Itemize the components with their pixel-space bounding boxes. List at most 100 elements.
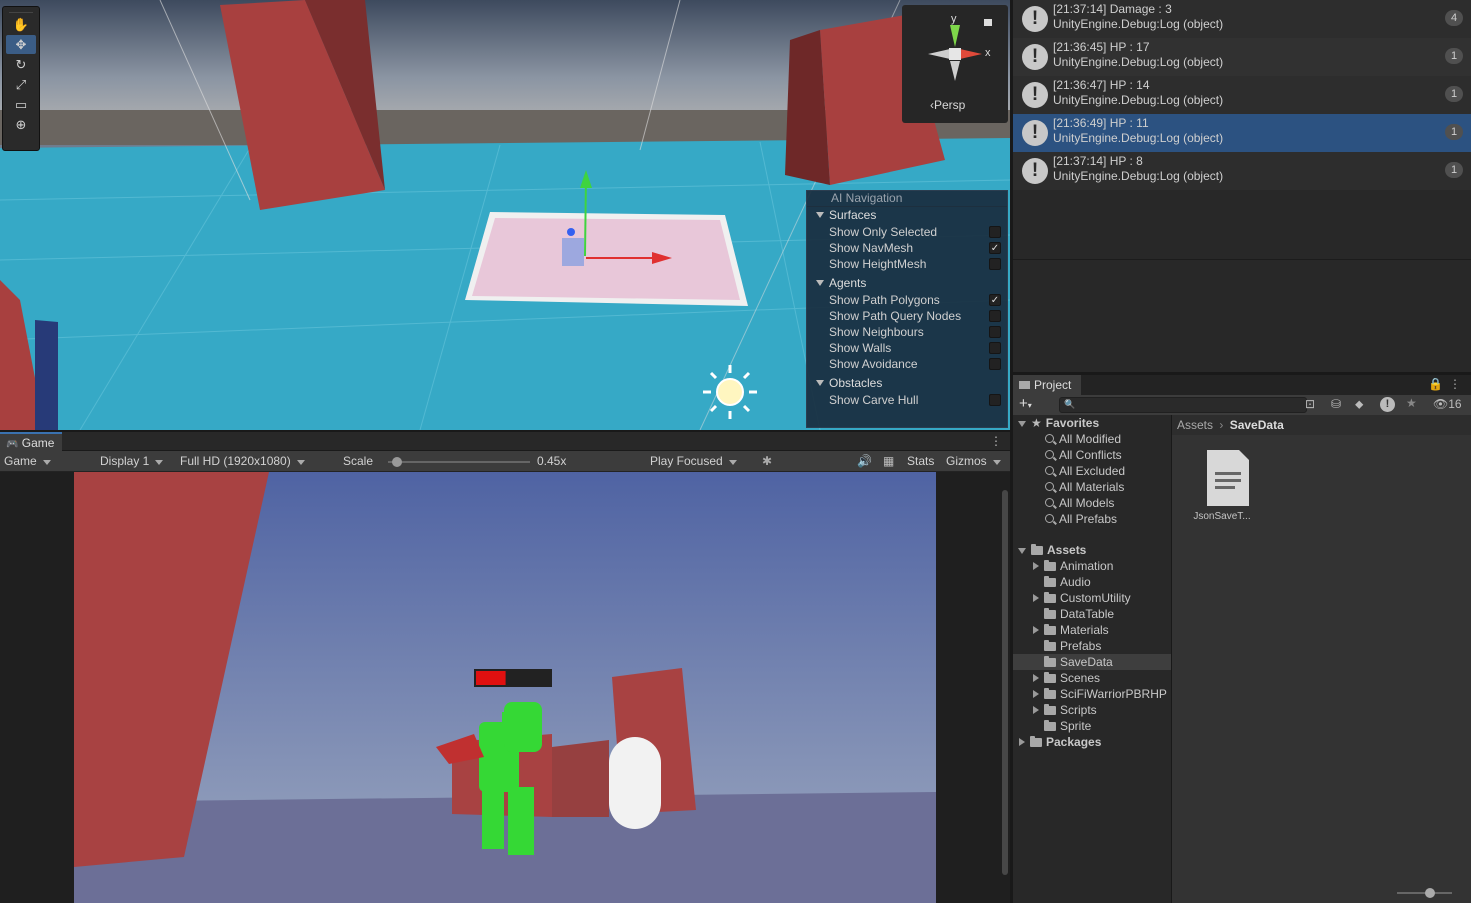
stats-button[interactable]: Stats	[907, 451, 934, 472]
tree-assets[interactable]: Assets	[1013, 542, 1171, 558]
tree-favorites[interactable]: ★ Favorites	[1013, 415, 1171, 431]
console-panel: ! [21:37:14] Damage : 3 UnityEngine.Debug:…	[1013, 0, 1471, 372]
log-count-badge: 1	[1445, 162, 1463, 178]
search-by-type-icon[interactable]: ⊡	[1305, 397, 1315, 411]
ainav-checkbox[interactable]: ✓	[989, 242, 1001, 254]
hand-tool-icon[interactable]: ✋	[6, 15, 36, 34]
ainav-section-obstacles[interactable]: Obstacles	[807, 375, 1007, 392]
lock-icon[interactable]: 🔒	[1428, 377, 1443, 391]
folder-icon	[1044, 576, 1056, 587]
rect-tool-icon[interactable]: ▭	[6, 95, 36, 114]
tree-asset-folder[interactable]: Prefabs	[1013, 638, 1171, 654]
move-tool-icon[interactable]: ✥	[6, 35, 36, 54]
tree-packages[interactable]: Packages	[1013, 734, 1171, 750]
create-button[interactable]: +▾	[1019, 395, 1032, 415]
log-count-badge: 4	[1445, 10, 1463, 26]
more-options-icon[interactable]: ⋮	[1449, 377, 1461, 391]
console-log-row[interactable]: ! [21:36:47] HP : 14 UnityEngine.Debug:Log…	[1013, 76, 1471, 114]
console-log-row[interactable]: ! [21:36:49] HP : 11 UnityEngine.Debug:Log…	[1013, 114, 1471, 152]
project-folder-tree: ★ Favorites All Modified All Conflicts All E…	[1013, 415, 1171, 903]
ainav-option: Show NavMesh ✓	[807, 240, 1007, 256]
tree-favorite-item[interactable]: All Prefabs	[1013, 511, 1171, 527]
ainav-checkbox[interactable]	[989, 326, 1001, 338]
search-input[interactable]: 🔍	[1059, 397, 1307, 413]
tree-favorite-item[interactable]: All Models	[1013, 495, 1171, 511]
tree-asset-folder[interactable]: Sprite	[1013, 718, 1171, 734]
tree-favorite-item[interactable]: All Modified	[1013, 431, 1171, 447]
tree-asset-folder[interactable]: Scenes	[1013, 670, 1171, 686]
folder-icon	[1031, 544, 1043, 555]
transform-tool-icon[interactable]: ⊕	[6, 115, 36, 134]
console-log-row[interactable]: ! [21:37:14] Damage : 3 UnityEngine.Debug:…	[1013, 0, 1471, 38]
ainav-checkbox[interactable]	[989, 258, 1001, 270]
folder-icon	[1044, 656, 1056, 667]
ainav-checkbox[interactable]	[989, 310, 1001, 322]
hidden-packages-toggle[interactable]: 👁16	[1433, 397, 1462, 411]
tree-asset-folder[interactable]: SaveData	[1013, 654, 1171, 670]
console-log-row[interactable]: ! [21:37:14] HP : 8 UnityEngine.Debug:Log …	[1013, 152, 1471, 190]
ainav-section-agents[interactable]: Agents	[807, 275, 1007, 292]
label-icon[interactable]: ⬥	[1355, 397, 1363, 412]
asset-folder-label: Scenes	[1060, 671, 1101, 685]
game-mode-dropdown[interactable]: Game	[4, 451, 51, 472]
chevron-right-icon	[1033, 594, 1039, 602]
tree-asset-folder[interactable]: SciFiWarriorPBRHP	[1013, 686, 1171, 702]
more-options-icon[interactable]: ⋮	[990, 434, 1002, 448]
log-text: [21:37:14] Damage : 3 UnityEngine.Debug:L…	[1053, 2, 1223, 32]
warning-filter-icon[interactable]: !	[1380, 397, 1395, 412]
file-item[interactable]: JsonSaveT...	[1182, 448, 1262, 522]
log-count-badge: 1	[1445, 124, 1463, 140]
log-warning-icon: !	[1022, 82, 1048, 108]
asset-folder-label: Prefabs	[1060, 639, 1102, 653]
rotate-tool-icon[interactable]: ↻	[6, 55, 36, 74]
bug-icon[interactable]: ✱	[762, 451, 772, 472]
ainav-option: Show Walls	[807, 340, 1007, 356]
game-tab-bar: 🎮 Game ⋮	[0, 432, 1010, 451]
scale-slider-thumb[interactable]	[391, 457, 402, 467]
resolution-dropdown[interactable]: Full HD (1920x1080)	[180, 451, 305, 472]
filter-icon[interactable]: ⛁	[1331, 397, 1341, 411]
ainav-option-label: Show Path Query Nodes	[829, 309, 962, 323]
asset-folder-label: Materials	[1060, 623, 1109, 637]
tree-asset-folder[interactable]: Materials	[1013, 622, 1171, 638]
projection-toggle[interactable]: ‹Persp	[930, 98, 965, 112]
project-file-browser: Assets › SaveData JsonSaveT...	[1172, 415, 1471, 903]
tree-asset-folder[interactable]: Animation	[1013, 558, 1171, 574]
tree-asset-folder[interactable]: DataTable	[1013, 606, 1171, 622]
ainav-checkbox[interactable]	[989, 342, 1001, 354]
ainav-checkbox[interactable]	[989, 226, 1001, 238]
folder-icon	[1044, 720, 1056, 731]
breadcrumb-assets[interactable]: Assets	[1177, 418, 1213, 432]
folder-icon	[1044, 560, 1056, 571]
chevron-right-icon	[1033, 690, 1039, 698]
scale-tool-icon[interactable]: ⤢	[6, 75, 36, 94]
play-mode-dropdown[interactable]: Play Focused	[650, 451, 737, 472]
gizmos-button[interactable]: Gizmos	[946, 451, 1001, 472]
log-message: [21:37:14] Damage : 3	[1053, 2, 1172, 16]
favorite-star-icon[interactable]: ★	[1406, 396, 1417, 410]
scale-slider[interactable]	[388, 457, 530, 467]
game-scrollbar[interactable]	[1002, 490, 1008, 875]
tree-favorite-item[interactable]: All Conflicts	[1013, 447, 1171, 463]
grid-icon[interactable]: ▦	[883, 451, 894, 472]
tree-asset-folder[interactable]: CustomUtility	[1013, 590, 1171, 606]
tab-project[interactable]: Project	[1013, 375, 1082, 395]
icon-size-slider[interactable]	[1397, 888, 1452, 898]
tree-favorite-item[interactable]: All Materials	[1013, 479, 1171, 495]
audio-mute-icon[interactable]: 🔊	[857, 451, 872, 472]
game-viewport[interactable]	[74, 472, 936, 903]
ainav-checkbox[interactable]: ✓	[989, 294, 1001, 306]
project-toolbar: +▾ 🔍 ⊡ ⛁ ⬥ ! ★ 👁16	[1013, 395, 1471, 415]
tree-asset-folder[interactable]: Audio	[1013, 574, 1171, 590]
ainav-checkbox[interactable]	[989, 358, 1001, 370]
ainav-checkbox[interactable]	[989, 394, 1001, 406]
breadcrumb-savedata[interactable]: SaveData	[1230, 418, 1284, 432]
display-dropdown[interactable]: Display 1	[100, 451, 164, 472]
scene-view[interactable]: ✋ ✥ ↻ ⤢ ▭ ⊕ y x ‹Persp AI Navigation Sur…	[0, 0, 1010, 430]
tree-asset-folder[interactable]: Scripts	[1013, 702, 1171, 718]
favorite-label: All Excluded	[1059, 464, 1126, 478]
ainav-section-surfaces[interactable]: Surfaces	[807, 207, 1007, 224]
tree-favorite-item[interactable]: All Excluded	[1013, 463, 1171, 479]
tab-game[interactable]: 🎮 Game	[0, 432, 63, 451]
console-log-row[interactable]: ! [21:36:45] HP : 17 UnityEngine.Debug:Log…	[1013, 38, 1471, 76]
